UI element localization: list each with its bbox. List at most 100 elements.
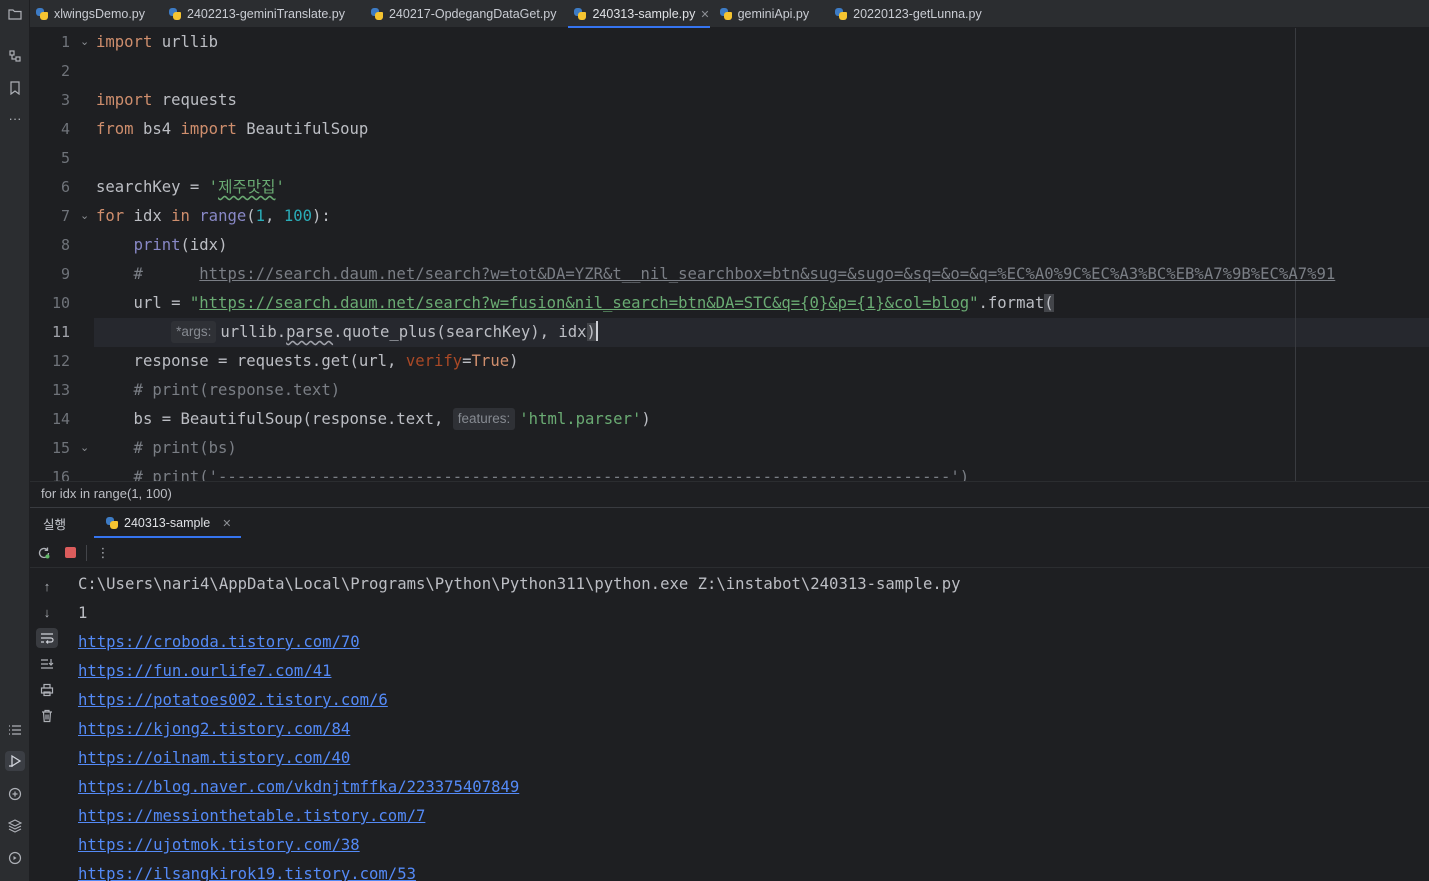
editor-tabs: xlwingsDemo.py 2402213-geminiTranslate.p… xyxy=(30,0,1429,28)
python-file-icon xyxy=(835,8,848,20)
code-line-14: bs = BeautifulSoup(response.text, featur… xyxy=(96,408,651,430)
toolbar-divider xyxy=(86,544,87,561)
text-caret xyxy=(595,321,598,341)
parameter-hint: *args: xyxy=(171,321,217,343)
breadcrumb[interactable]: for idx in range(1, 100) xyxy=(30,481,1429,507)
code-line-7: for idx in range(1, 100): xyxy=(96,207,331,225)
string-url-link[interactable]: https://search.daum.net/search?w=fusion&… xyxy=(199,294,969,312)
clear-all-trash-icon[interactable] xyxy=(36,706,58,726)
console-url-link[interactable]: https://ujotmok.tistory.com/38 xyxy=(78,836,360,854)
run-tab-240313-sample[interactable]: 240313-sample ✕ xyxy=(92,508,242,538)
left-tool-strip: ··· xyxy=(0,0,30,881)
code-line-13: # print(response.text) xyxy=(96,381,341,399)
tab-label: 2402213-geminiTranslate.py xyxy=(187,7,345,21)
console-line: C:\Users\nari4\AppData\Local\Programs\Py… xyxy=(78,575,961,593)
console-line: 1 xyxy=(78,604,88,622)
code-line-8: print(idx) xyxy=(133,236,228,254)
console-url-link[interactable]: https://oilnam.tistory.com/40 xyxy=(78,749,350,767)
code-line-15: # print(bs) xyxy=(96,439,237,457)
run-toolbar: ⋮ xyxy=(30,538,1429,568)
scroll-up-icon[interactable]: ↑ xyxy=(36,576,58,596)
code-line-4: from bs4 import BeautifulSoup xyxy=(96,120,369,138)
tab-geminiapi[interactable]: geminiApi.py xyxy=(714,0,820,28)
tab-opdegangdataget[interactable]: 240217-OpdegangDataGet.py xyxy=(355,0,567,28)
fold-chevron-icon[interactable]: ⌄ xyxy=(80,434,89,463)
structure-icon[interactable] xyxy=(5,46,25,66)
close-tab-icon[interactable]: ✕ xyxy=(700,8,709,21)
tab-label: 20220123-getLunna.py xyxy=(853,7,982,21)
project-folder-icon[interactable] xyxy=(5,4,25,24)
rerun-button[interactable] xyxy=(34,543,54,563)
scroll-to-end-icon[interactable] xyxy=(36,654,58,674)
soft-wrap-icon[interactable] xyxy=(36,628,58,648)
console-url-link[interactable]: https://potatoes002.tistory.com/6 xyxy=(78,691,388,709)
tab-label: geminiApi.py xyxy=(737,7,810,21)
console-url-link[interactable]: https://fun.ourlife7.com/41 xyxy=(78,662,331,680)
line-number: 1 xyxy=(60,33,70,51)
comment-url-link[interactable]: https://search.daum.net/search?w=tot&DA=… xyxy=(199,265,1335,283)
python-console-icon[interactable] xyxy=(5,784,25,804)
more-tools-icon[interactable]: ··· xyxy=(5,108,25,128)
tab-label: xlwingsDemo.py xyxy=(54,7,146,21)
more-options-button[interactable]: ⋮ xyxy=(93,543,113,563)
python-file-icon xyxy=(719,8,732,20)
parameter-hint: features: xyxy=(452,408,516,430)
console-url-link[interactable]: https://blog.naver.com/vkdnjtmffka/22337… xyxy=(78,778,519,796)
bookmark-icon[interactable] xyxy=(5,78,25,98)
console-url-link[interactable]: https://ilsangkirok19.tistory.com/53 xyxy=(78,865,416,881)
line-number: 14 xyxy=(51,410,70,428)
run-tab-label: 240313-sample xyxy=(124,516,211,530)
tab-label: 240313-sample.py xyxy=(592,7,696,21)
code-line-3: import requests xyxy=(96,91,237,109)
tab-xlwingsdemo[interactable]: xlwingsDemo.py xyxy=(30,0,155,28)
line-number: 3 xyxy=(60,91,70,109)
run-panel-title: 실행 xyxy=(43,517,67,532)
python-file-icon xyxy=(574,8,587,20)
code-line-12: response = requests.get(url, verify=True… xyxy=(96,352,519,370)
console-side-toolbar: ↑ ↓ xyxy=(30,570,64,881)
line-number: 7 xyxy=(60,207,70,225)
stop-button[interactable] xyxy=(60,543,80,563)
console-url-link[interactable]: https://messionthetable.tistory.com/7 xyxy=(78,807,425,825)
python-file-icon xyxy=(370,8,383,20)
code-editor[interactable]: 1 ⌄ 2 3 4 5 6 7 ⌄ 8 9 10 11 12 13 14 15 … xyxy=(30,28,1429,481)
tab-geminitranslate[interactable]: 2402213-geminiTranslate.py xyxy=(155,0,355,28)
code-line-6: searchKey = '제주맛집' xyxy=(96,178,285,196)
python-packages-icon[interactable] xyxy=(5,816,25,836)
run-tabs: 실행 240313-sample ✕ xyxy=(30,508,1429,538)
tab-240313-sample[interactable]: 240313-sample.py ✕ xyxy=(566,0,713,28)
stop-icon xyxy=(64,547,76,558)
console-url-link[interactable]: https://kjong2.tistory.com/84 xyxy=(78,720,350,738)
print-icon[interactable] xyxy=(36,680,58,700)
run-tool-window: 실행 240313-sample ✕ ⋮ ↑ ↓ C:\Users\nari4\… xyxy=(30,507,1429,881)
scroll-down-icon[interactable]: ↓ xyxy=(36,602,58,622)
tab-getlunna[interactable]: 20220123-getLunna.py xyxy=(819,0,992,28)
console-output[interactable]: C:\Users\nari4\AppData\Local\Programs\Py… xyxy=(78,570,1429,881)
code-line-11: *args: urllib.parse.quote_plus(searchKey)… xyxy=(96,318,1429,347)
todo-list-icon[interactable] xyxy=(5,720,25,740)
tab-label: 240217-OpdegangDataGet.py xyxy=(388,7,557,21)
line-number: 13 xyxy=(51,381,70,399)
line-number: 11 xyxy=(51,323,70,341)
python-file-icon xyxy=(36,8,48,20)
console-url-link[interactable]: https://croboda.tistory.com/70 xyxy=(78,633,360,651)
close-run-tab-icon[interactable]: ✕ xyxy=(222,517,231,530)
line-number: 10 xyxy=(51,294,70,312)
python-file-icon xyxy=(169,8,182,20)
line-number: 15 xyxy=(51,439,70,457)
line-number: 2 xyxy=(60,62,70,80)
line-number: 16 xyxy=(51,468,70,481)
line-number: 12 xyxy=(51,352,70,370)
services-icon[interactable] xyxy=(5,848,25,868)
line-number: 4 xyxy=(60,120,70,138)
fold-chevron-icon[interactable]: ⌄ xyxy=(80,28,89,57)
line-number: 6 xyxy=(60,178,70,196)
code-line-9: # https://search.daum.net/search?w=tot&D… xyxy=(96,265,1336,283)
run-tool-icon[interactable] xyxy=(5,751,25,771)
code-line-10: url = "https://search.daum.net/search?w=… xyxy=(96,294,1054,312)
fold-chevron-icon[interactable]: ⌄ xyxy=(80,202,89,231)
python-file-icon xyxy=(106,517,119,529)
code-line-16: # print('-------------------------------… xyxy=(96,468,970,481)
line-number: 9 xyxy=(60,265,70,283)
code-line-1: import urllib xyxy=(96,33,219,51)
